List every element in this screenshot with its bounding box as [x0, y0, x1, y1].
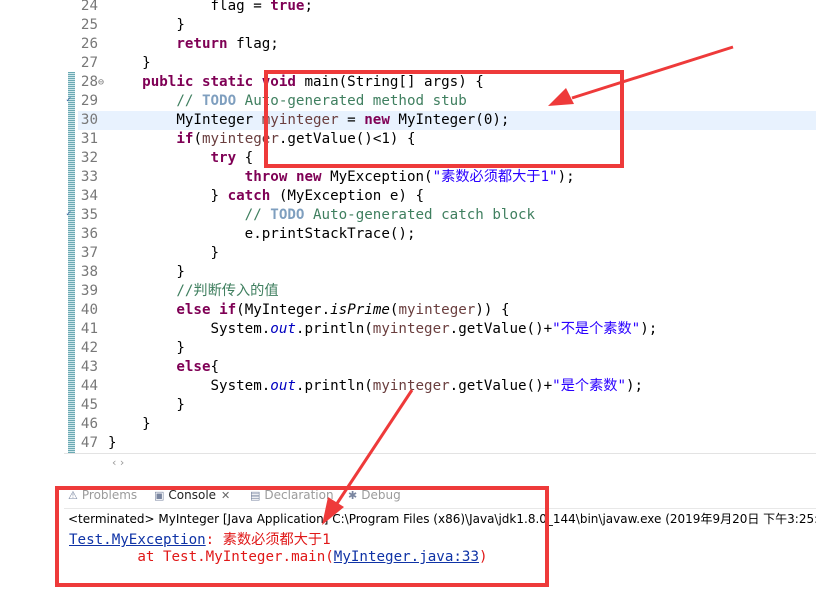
annotation-arrows — [322, 45, 734, 525]
annotation-arrow — [548, 45, 734, 106]
annotation-arrow — [322, 389, 414, 525]
